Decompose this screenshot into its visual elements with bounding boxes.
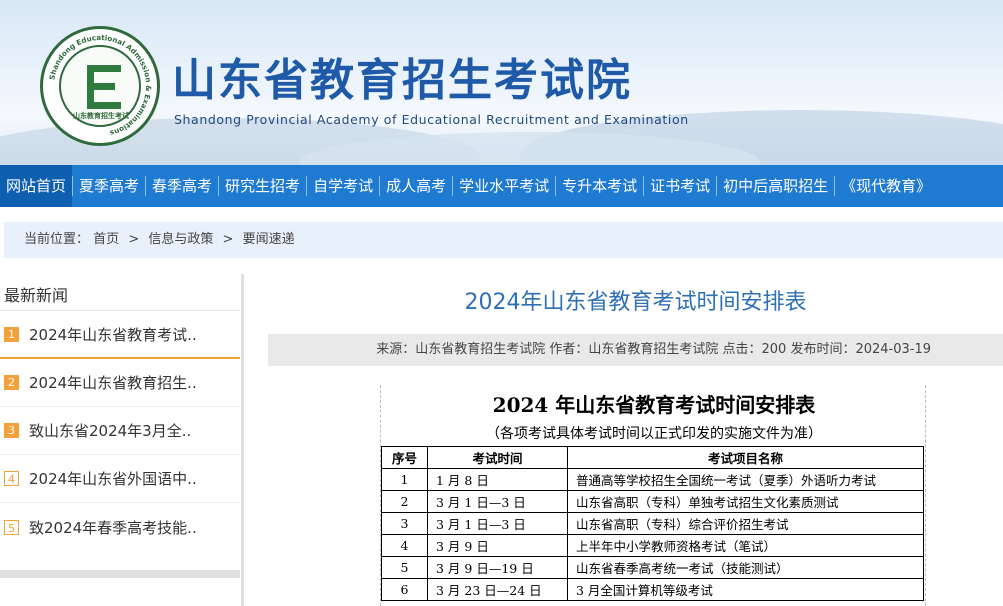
news-item-label[interactable]: 致2024年春季高考技能..: [29, 517, 197, 538]
site-title: 山东省教育招生考试院: [172, 55, 632, 106]
news-item[interactable]: 1 2024年山东省教育考试..: [0, 311, 240, 359]
document-note: （各项考试具体考试时间以正式印发的实施文件为准）: [486, 426, 822, 442]
site-title-english: Shandong Provincial Academy of Education…: [174, 112, 689, 127]
news-item[interactable]: 2 2024年山东省教育招生..: [0, 359, 240, 407]
exam-schedule-table: 序号 考试时间 考试项目名称 1 1 月 8 日 普通高等学校招生全国统一考试（…: [381, 446, 924, 601]
cell-number: 4: [381, 534, 428, 557]
cell-time: 1 月 8 日: [427, 468, 568, 491]
news-item-label[interactable]: 2024年山东省外国语中..: [29, 468, 197, 489]
nav-item-certificate[interactable]: 证书考试: [644, 165, 716, 207]
cell-name: 山东省春季高考统一考试（技能测试）: [567, 556, 924, 579]
cell-number: 6: [381, 578, 428, 601]
cell-name: 3 月全国计算机等级考试: [567, 578, 924, 601]
nav-item-summer-gaokao[interactable]: 夏季高考: [73, 165, 145, 207]
table-row: 3 3 月 1 日—3 日 山东省高职（专科）综合评价招生考试: [381, 512, 924, 535]
cell-name: 山东省高职（专科）单独考试招生文化素质测试: [567, 490, 924, 513]
table-row: 4 3 月 9 日 上半年中小学教师资格考试（笔试）: [381, 534, 924, 557]
nav-item-self-study[interactable]: 自学考试: [307, 165, 379, 207]
table-row: 1 1 月 8 日 普通高等学校招生全国统一考试（夏季）外语听力考试: [381, 468, 924, 491]
site-logo[interactable]: Shandong Educational Admission & Examina…: [40, 26, 160, 146]
nav-item-upgrade[interactable]: 专升本考试: [556, 165, 643, 207]
nav-item-graduate[interactable]: 研究生招考: [219, 165, 306, 207]
column-header-time: 考试时间: [427, 446, 568, 469]
news-number-badge: 5: [4, 519, 19, 535]
news-item[interactable]: 3 致山东省2024年3月全..: [0, 407, 240, 455]
breadcrumb-info-policy[interactable]: 信息与政策: [148, 232, 213, 247]
news-item[interactable]: 4 2024年山东省外国语中..: [0, 455, 240, 503]
cell-number: 1: [381, 468, 428, 491]
breadcrumb: 当前位置： 首页 > 信息与政策 > 要闻速递: [4, 222, 1003, 258]
column-header-number: 序号: [381, 446, 428, 469]
cell-name: 上半年中小学教师资格考试（笔试）: [567, 534, 924, 557]
cell-time: 3 月 1 日—3 日: [427, 490, 568, 513]
column-header-name: 考试项目名称: [567, 446, 924, 469]
news-list: 1 2024年山东省教育考试.. 2 2024年山东省教育招生.. 3 致山东省…: [0, 311, 240, 551]
breadcrumb-news-express[interactable]: 要闻速递: [243, 232, 295, 247]
cell-time: 3 月 1 日—3 日: [427, 512, 568, 535]
cell-time: 3 月 23 日—24 日: [427, 578, 568, 601]
sidebar-bottom-bar: [0, 570, 240, 578]
breadcrumb-prefix: 当前位置：: [24, 232, 90, 247]
nav-item-vocational[interactable]: 初中后高职招生: [717, 165, 834, 207]
article-meta: 来源：山东省教育招生考试院 作者：山东省教育招生考试院 点击：200 发布时间：…: [268, 334, 1003, 366]
news-number-badge: 4: [4, 471, 19, 486]
news-number-badge: 2: [4, 375, 19, 390]
news-item-label[interactable]: 致山东省2024年3月全..: [29, 420, 191, 441]
document-title: 2024 年山东省教育考试时间安排表: [492, 393, 816, 417]
news-item-label[interactable]: 2024年山东省教育考试..: [29, 324, 197, 345]
breadcrumb-separator: >: [128, 232, 140, 247]
table-row: 2 3 月 1 日—3 日 山东省高职（专科）单独考试招生文化素质测试: [381, 490, 924, 513]
sidebar-title: 最新新闻: [4, 286, 69, 305]
sidebar-latest-news: 最新新闻 1 2024年山东省教育考试.. 2 2024年山东省教育招生.. 3…: [0, 274, 248, 606]
logo-cn-text: 山东教育招生考试: [73, 112, 129, 120]
news-item[interactable]: 5 致2024年春季高考技能..: [0, 503, 240, 551]
table-row: 5 3 月 9 日—19 日 山东省春季高考统一考试（技能测试）: [381, 556, 924, 579]
article-title: 2024年山东省教育考试时间安排表: [464, 290, 807, 315]
cell-name: 山东省高职（专科）综合评价招生考试: [567, 512, 924, 535]
cell-number: 3: [381, 512, 428, 535]
cell-name: 普通高等学校招生全国统一考试（夏季）外语听力考试: [567, 468, 924, 491]
nav-item-spring-gaokao[interactable]: 春季高考: [146, 165, 218, 207]
cell-number: 2: [381, 490, 428, 513]
table-header-row: 序号 考试时间 考试项目名称: [381, 446, 924, 469]
breadcrumb-separator: >: [222, 232, 234, 247]
news-item-label[interactable]: 2024年山东省教育招生..: [29, 372, 197, 393]
cell-time: 3 月 9 日: [427, 534, 568, 557]
nav-item-adult-gaokao[interactable]: 成人高考: [380, 165, 452, 207]
logo-inner-circle: 山东教育招生考试: [59, 45, 141, 127]
nav-item-modern-education[interactable]: 《现代教育》: [835, 165, 937, 207]
breadcrumb-home[interactable]: 首页: [93, 232, 119, 247]
logo-e-mark: [87, 65, 121, 109]
news-number-badge: 3: [4, 423, 19, 438]
main-nav: 网站首页 夏季高考 春季高考 研究生招考 自学考试 成人高考 学业水平考试 专升…: [0, 165, 1003, 207]
cell-number: 5: [381, 556, 428, 579]
cell-time: 3 月 9 日—19 日: [427, 556, 568, 579]
table-row: 6 3 月 23 日—24 日 3 月全国计算机等级考试: [381, 578, 924, 601]
header-banner: Shandong Educational Admission & Examina…: [0, 0, 1003, 165]
nav-item-proficiency[interactable]: 学业水平考试: [453, 165, 555, 207]
news-number-badge: 1: [4, 326, 19, 342]
article-document: 2024 年山东省教育考试时间安排表 （各项考试具体考试时间以正式印发的实施文件…: [380, 385, 926, 606]
nav-item-home[interactable]: 网站首页: [0, 165, 73, 207]
